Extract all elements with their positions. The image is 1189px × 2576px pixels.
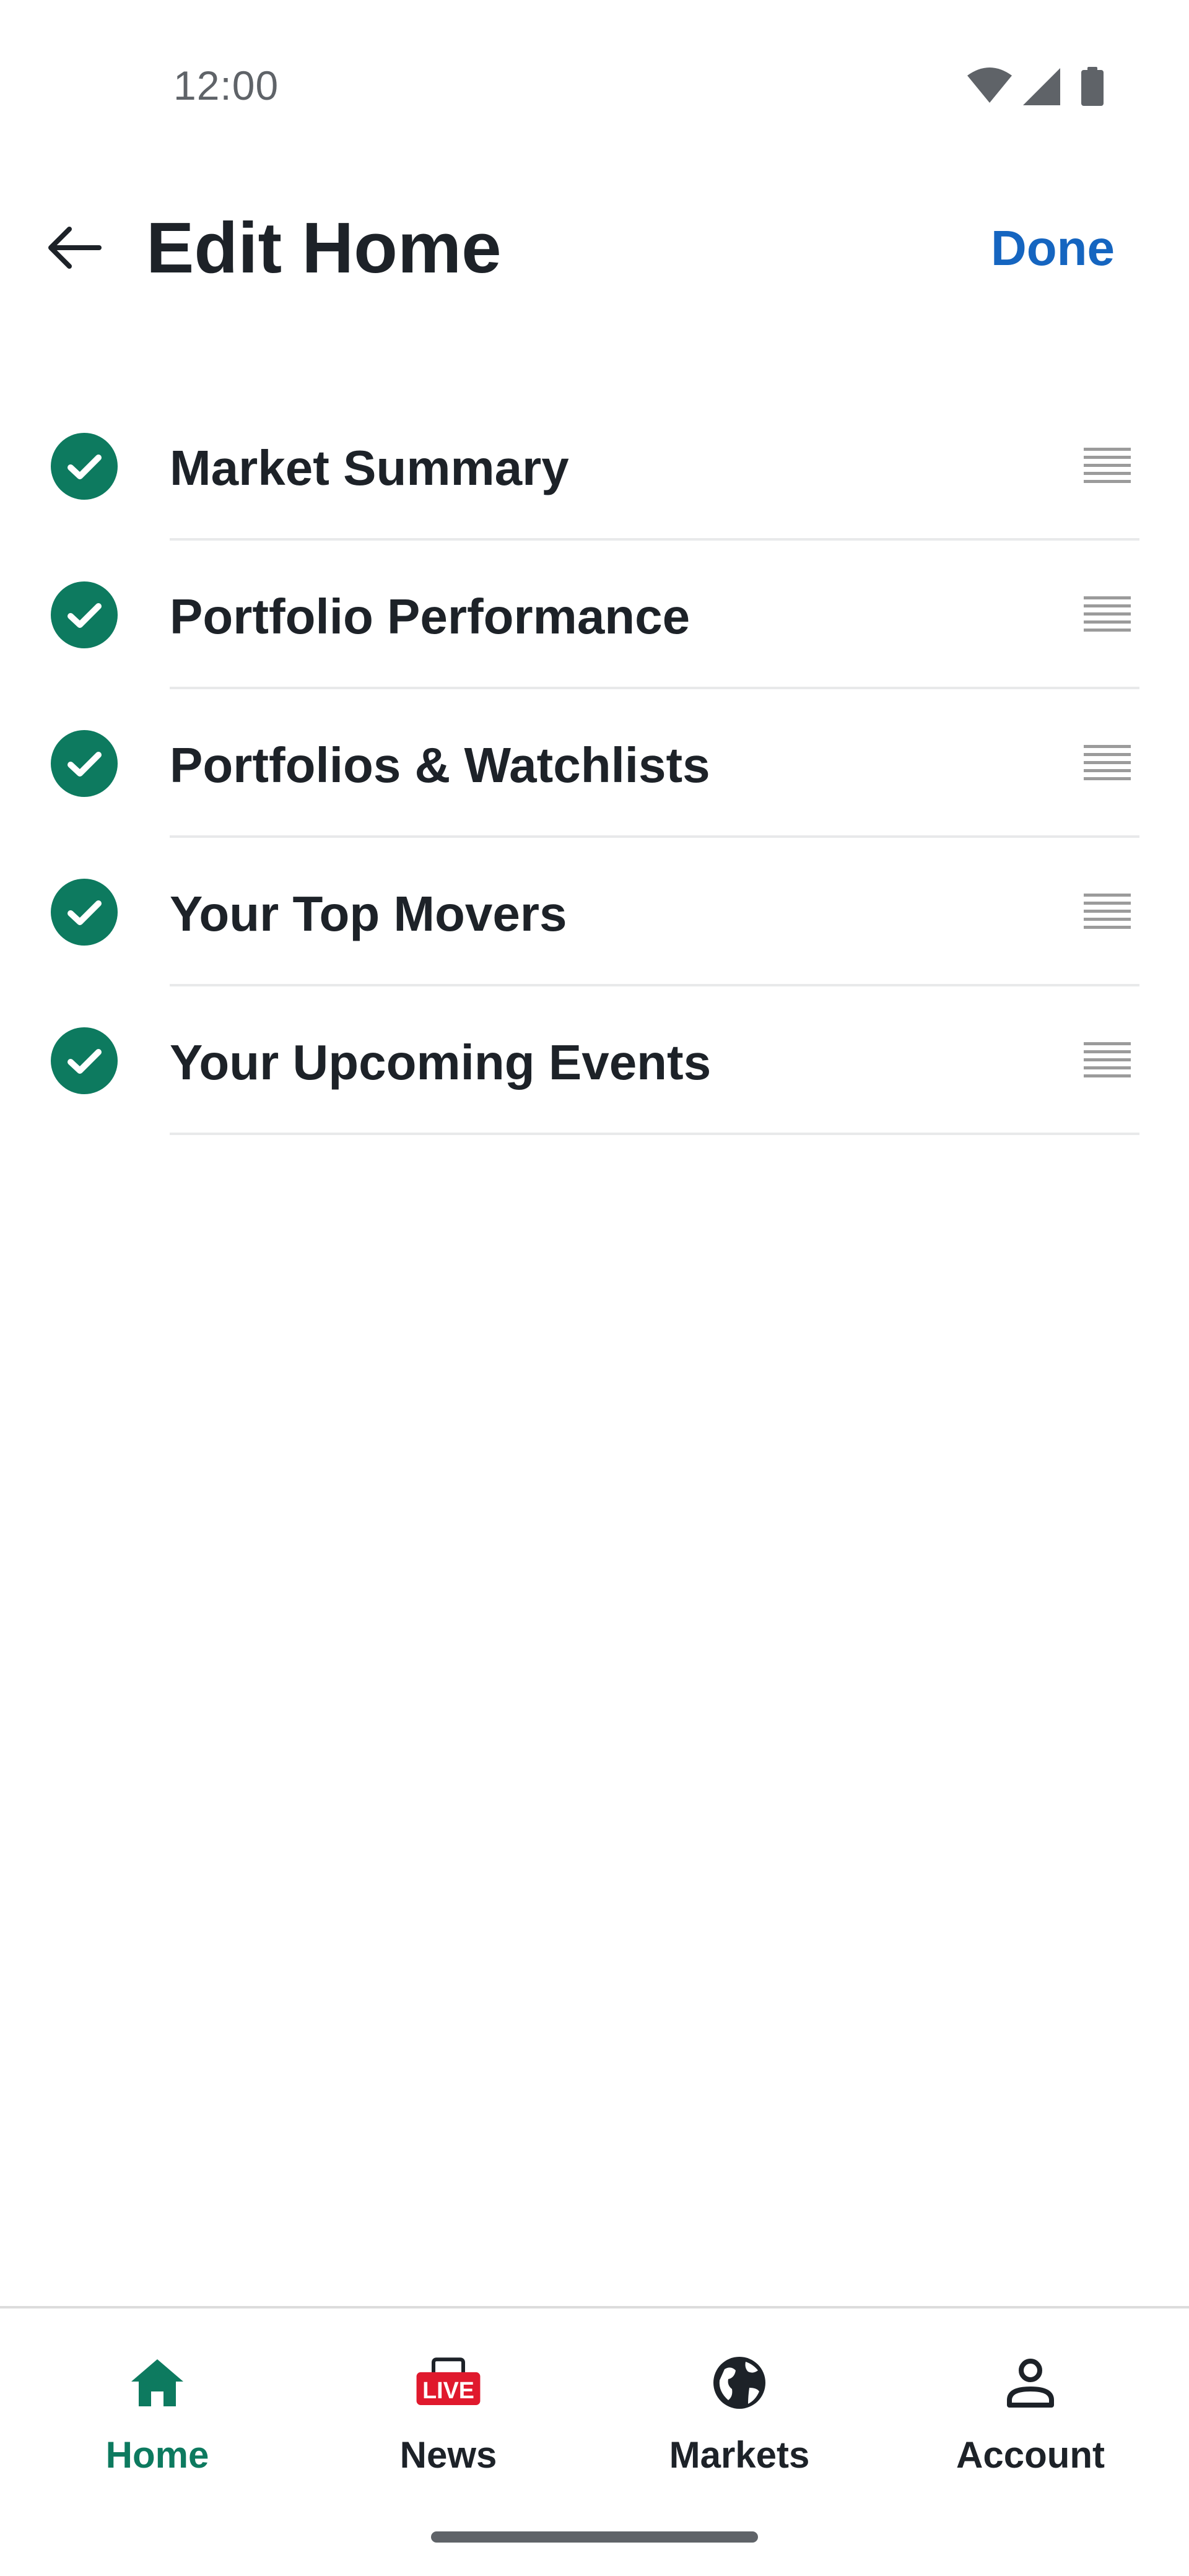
edit-home-screen: 12:00 Edit Home Done Market Summary Port…	[0, 0, 1189, 2576]
done-button[interactable]: Done	[991, 220, 1115, 276]
module-label: Portfolios & Watchlists	[170, 738, 710, 793]
checkmark-circle-icon[interactable]	[51, 581, 118, 648]
drag-handle-icon[interactable]	[1084, 594, 1133, 633]
module-row-upcoming-events[interactable]: Your Upcoming Events	[0, 986, 1189, 1135]
cellular-signal-icon	[1023, 68, 1060, 105]
live-tv-icon: LIVE	[416, 2357, 481, 2405]
checkmark-circle-icon[interactable]	[51, 1027, 118, 1094]
back-button[interactable]	[37, 211, 111, 285]
nav-label: Markets	[669, 2434, 810, 2476]
status-time: 12:00	[173, 63, 279, 108]
nav-item-news[interactable]: LIVE News	[318, 2346, 578, 2507]
module-row-top-movers[interactable]: Your Top Movers	[0, 838, 1189, 986]
globe-icon	[713, 2357, 765, 2409]
app-header: Edit Home Done	[0, 186, 1189, 310]
nav-label: Home	[105, 2434, 209, 2476]
nav-item-account[interactable]: Account	[900, 2346, 1161, 2507]
module-label: Portfolio Performance	[170, 589, 690, 644]
nav-label: News	[399, 2434, 497, 2476]
module-row-market-summary[interactable]: Market Summary	[0, 392, 1189, 541]
drag-handle-icon[interactable]	[1084, 891, 1133, 931]
home-module-list: Market Summary Portfolio Performance Por…	[0, 392, 1189, 1135]
home-indicator[interactable]	[431, 2531, 758, 2543]
checkmark-circle-icon[interactable]	[51, 730, 118, 797]
row-divider	[170, 1133, 1139, 1135]
nav-item-home[interactable]: Home	[27, 2346, 287, 2507]
battery-icon	[1081, 67, 1104, 106]
drag-handle-icon[interactable]	[1084, 742, 1133, 782]
status-bar: 12:00	[0, 0, 1189, 124]
module-row-portfolios-watchlists[interactable]: Portfolios & Watchlists	[0, 689, 1189, 838]
wifi-icon	[967, 67, 1012, 103]
drag-handle-icon[interactable]	[1084, 445, 1133, 485]
checkmark-circle-icon[interactable]	[51, 433, 118, 500]
module-label: Your Top Movers	[170, 886, 567, 941]
arrow-left-icon	[48, 227, 102, 269]
module-label: Market Summary	[170, 440, 569, 495]
live-badge: LIVE	[422, 2377, 474, 2403]
checkmark-circle-icon[interactable]	[51, 879, 118, 946]
home-icon	[131, 2359, 183, 2406]
nav-item-markets[interactable]: Markets	[609, 2346, 869, 2507]
nav-label: Account	[956, 2434, 1105, 2476]
person-icon	[1007, 2359, 1054, 2408]
module-row-portfolio-performance[interactable]: Portfolio Performance	[0, 541, 1189, 689]
page-title: Edit Home	[146, 207, 502, 288]
status-icons	[966, 67, 1115, 116]
module-label: Your Upcoming Events	[170, 1035, 712, 1090]
drag-handle-icon[interactable]	[1084, 1040, 1133, 1079]
